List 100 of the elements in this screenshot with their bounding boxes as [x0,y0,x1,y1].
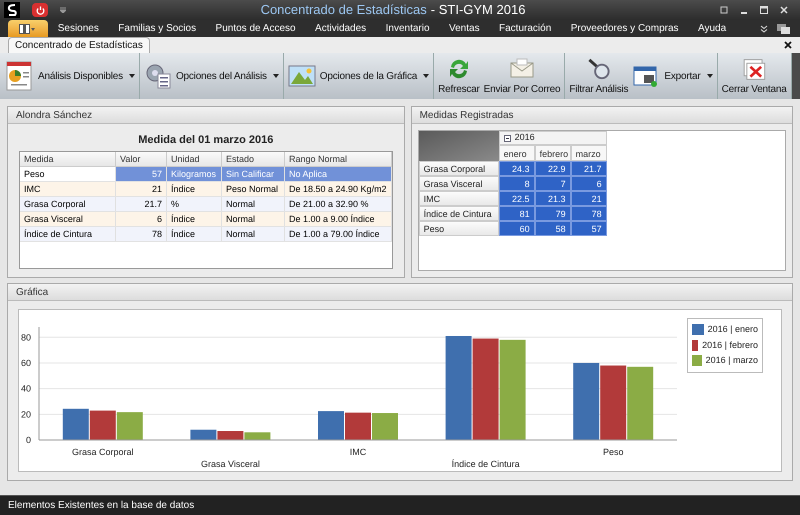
table-cell: Índice [167,212,222,226]
pivot-column-header[interactable]: marzo [570,145,607,161]
table-cell: 78 [116,226,167,240]
menu-item[interactable]: Ayuda [698,21,726,36]
magnifier-icon [586,57,612,82]
envelope-icon [508,57,535,79]
menu-item[interactable]: Puntos de Acceso [216,21,296,36]
menu-item[interactable]: Actividades [315,21,366,36]
legend-label: 2016 | enero [708,323,758,336]
table-cell: Grasa Corporal [20,196,116,210]
table-cell: 21 [116,182,167,196]
pivot-cell: 21.7 [570,161,607,176]
table-cell: IMC [20,182,116,196]
pivot-column-header[interactable]: enero [498,145,535,161]
table-cell: 21.7 [116,196,167,210]
application-menu-button[interactable] [8,20,48,37]
status-bar: Elementos Existentes en la base de datos [0,495,800,515]
bar [345,412,371,440]
toolbar-dropdown-button[interactable]: Exportar [630,53,715,99]
column-header[interactable]: Medida [20,152,116,166]
caret-icon [128,74,135,78]
menu-item[interactable]: Familias y Socios [118,21,196,36]
caret-icon [272,74,279,78]
x-category-label: Grasa Visceral [200,459,260,469]
pivot-cell: 22.9 [534,161,571,176]
panel-layout-icon [19,24,37,34]
panel-header: Gráfica [8,284,792,301]
table-cell: Normal [222,226,285,240]
table-caption: Medida del 01 marzo 2016 [137,133,274,148]
menu-item[interactable]: Proveedores y Compras [570,21,679,36]
x-category-label: Peso [602,447,624,457]
column-header[interactable]: Rango Normal [285,152,392,166]
column-header[interactable]: Unidad [167,152,222,166]
pivot-cell: 21 [570,191,607,206]
pivot-row-header[interactable]: Índice de Cintura [418,206,499,221]
table-cell: Kilogramos [167,166,222,180]
panel-header: Medidas Registradas [412,107,792,124]
menu-item[interactable]: Sesiones [58,21,99,36]
toolbar-button[interactable]: Filtrar Análisis [567,53,630,99]
table-cell: Normal [222,212,285,226]
power-icon [36,6,44,14]
table-row[interactable]: Peso 57 Kilogramos Sin Calificar No Aplica [20,166,392,182]
table-cell: Sin Calificar [222,166,285,180]
table-cell: Peso Normal [222,182,285,196]
window-title: Concentrado de Estadísticas [260,1,427,20]
table-cell: 6 [116,212,167,226]
menu-item[interactable]: Inventario [386,21,430,36]
y-tick-label: 80 [20,332,31,342]
legend-label: 2016 | marzo [706,354,758,367]
pivot-column-header[interactable]: febrero [534,145,571,161]
table-row[interactable]: Índice de Cintura 78 Índice Normal De 1.00 a 79.00 Índice [20,226,392,242]
gear-icon [144,62,172,90]
pivot-cell: 7 [534,176,571,191]
table-row[interactable]: Grasa Corporal 21.7 % Normal De 21.00 a 32.90 % [20,196,392,212]
pivot-row-header[interactable]: Grasa Corporal [418,161,499,176]
collapse-icon[interactable] [504,134,511,142]
pivot-cell: 60 [498,221,535,236]
pivot-row-header[interactable]: Peso [418,221,499,236]
bar [190,430,216,440]
y-tick-label: 60 [20,358,31,368]
table-cell: Índice de Cintura [20,226,116,240]
bar [372,413,398,440]
chevron-icon[interactable] [760,24,768,32]
toolbar-button[interactable]: Refrescar [436,53,482,99]
dropdown-caret-icon[interactable] [60,7,66,13]
table-cell: Índice [167,226,222,240]
pivot-cell: 21.3 [534,191,571,206]
table-cell: De 18.50 a 24.90 Kg/m2 [285,182,392,196]
menu-item[interactable]: Ventas [448,21,480,36]
pivot-cell: 22.5 [498,191,535,206]
bar [90,410,116,440]
pivot-row-header[interactable]: IMC [418,191,499,206]
table-row[interactable]: IMC 21 Índice Peso Normal De 18.50 a 24.90 Kg/m2 [20,182,392,196]
pivot-cell: 79 [534,206,571,221]
table-cell: Grasa Visceral [20,212,116,226]
pivot-row-header[interactable]: Grasa Visceral [418,176,499,191]
table-cell: Peso [20,166,116,180]
maximize-icon[interactable] [760,6,768,14]
x-category-label: Grasa Corporal [72,447,134,457]
power-button[interactable] [32,3,48,17]
table-row[interactable]: Grasa Visceral 6 Índice Normal De 1.00 a 9.00 Índice [20,212,392,226]
close-icon[interactable] [784,41,792,49]
restore-icon[interactable] [720,6,728,14]
y-tick-label: 0 [26,435,31,445]
y-tick-label: 40 [20,384,31,394]
bar [318,411,344,440]
windows-icon[interactable] [776,22,792,34]
toolbar-button[interactable]: Enviar Por Correo [482,53,562,99]
table-cell: Normal [222,196,285,210]
legend-label: 2016 | febrero [702,338,758,352]
report-icon [4,60,34,92]
pivot-cell: 24.3 [498,161,535,176]
x-category-label: IMC [350,447,366,457]
column-header[interactable]: Valor [116,152,167,166]
document-tab[interactable]: Concentrado de Estadísticas [8,37,150,53]
table-cell: No Aplica [285,166,392,180]
column-header[interactable]: Estado [222,152,285,166]
table-cell: Índice [167,182,222,196]
menu-item[interactable]: Facturación [499,21,552,36]
bar [217,431,244,440]
